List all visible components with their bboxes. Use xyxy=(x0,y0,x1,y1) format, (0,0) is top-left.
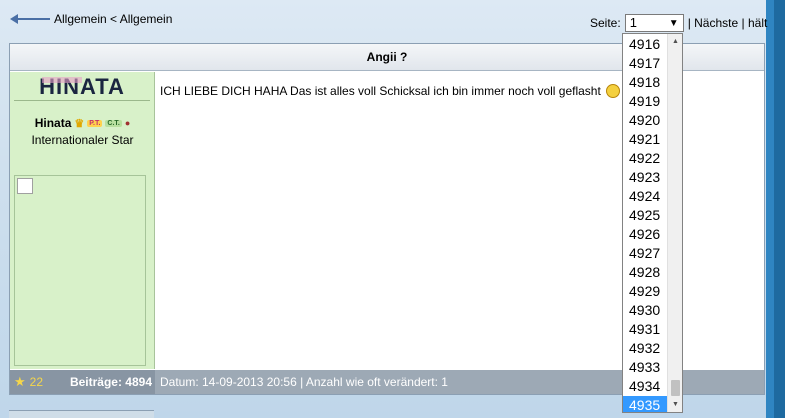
post-message: ICH LIEBE DICH HAHA Das ist alles voll S… xyxy=(160,84,601,98)
page-label: Seite: xyxy=(590,16,621,30)
smiley-icon xyxy=(606,84,621,98)
user-panel: HINATA Hinata ♛ P.T. C.T. ● Internationa… xyxy=(10,72,155,369)
dropdown-option[interactable]: 4917 xyxy=(623,54,667,73)
dropdown-option[interactable]: 4935 xyxy=(623,396,667,412)
badge-pt: P.T. xyxy=(87,119,103,127)
dropdown-option[interactable]: 4929 xyxy=(623,282,667,301)
user-stats: ★ 22 Beiträge: 4894 xyxy=(10,370,155,394)
post-content: ICH LIEBE DICH HAHA Das ist alles voll S… xyxy=(160,84,621,98)
avatar xyxy=(14,175,146,366)
scroll-up-icon[interactable]: ▲ xyxy=(668,34,682,49)
dropdown-option[interactable]: 4921 xyxy=(623,130,667,149)
dropdown-option[interactable]: 4926 xyxy=(623,225,667,244)
arrow-left-icon xyxy=(10,14,50,24)
scroll-thumb[interactable] xyxy=(671,380,680,396)
username-row: Hinata ♛ P.T. C.T. ● xyxy=(10,116,155,130)
dropdown-option[interactable]: 4927 xyxy=(623,244,667,263)
user-banner: HINATA xyxy=(14,74,150,101)
dropdown-option[interactable]: 4920 xyxy=(623,111,667,130)
user-rank: Internationaler Star xyxy=(31,133,134,147)
pager: Seite: 1 ▼ | Nächste | hält xyxy=(590,14,767,32)
dropdown-arrow-icon: ▼ xyxy=(668,18,679,29)
dropdown-option[interactable]: 4930 xyxy=(623,301,667,320)
next-page-link[interactable]: Nächste xyxy=(694,16,738,30)
dropdown-option[interactable]: 4916 xyxy=(623,35,667,54)
crown-icon: ♛ xyxy=(74,117,85,130)
star-count: 22 xyxy=(29,375,44,389)
dropdown-option[interactable]: 4928 xyxy=(623,263,667,282)
dropdown-option[interactable]: 4924 xyxy=(623,187,667,206)
breadcrumb[interactable]: Allgemein < Allgemein xyxy=(54,12,172,26)
page-dropdown-list[interactable]: 4916 4917 4918 4919 4920 4921 4922 4923 4924 4925… xyxy=(622,33,683,413)
status-dot-icon: ● xyxy=(124,118,131,128)
dropdown-scrollbar[interactable]: ▲ ▼ xyxy=(667,34,682,412)
username[interactable]: Hinata xyxy=(35,116,72,130)
dropdown-option[interactable]: 4923 xyxy=(623,168,667,187)
post-date: Datum: 14-09-2013 20:56 | Anzahl wie oft… xyxy=(160,375,448,389)
halt-link[interactable]: hält xyxy=(748,16,767,30)
badge-ct: C.T. xyxy=(105,119,122,127)
dropdown-option[interactable]: 4925 xyxy=(623,206,667,225)
window-edge-strip xyxy=(766,0,774,418)
window-edge xyxy=(766,0,785,418)
dropdown-option[interactable]: 4932 xyxy=(623,339,667,358)
pager-links: | Nächste | hält xyxy=(687,16,768,30)
page-select-value: 1 xyxy=(629,15,637,30)
dropdown-option[interactable]: 4918 xyxy=(623,73,667,92)
dropdown-option[interactable]: 4933 xyxy=(623,358,667,377)
dropdown-option[interactable]: 4931 xyxy=(623,320,667,339)
broken-image-icon xyxy=(17,178,33,194)
page-select[interactable]: 1 ▼ xyxy=(624,14,684,32)
back-link[interactable]: Allgemein < Allgemein xyxy=(10,11,172,27)
next-post-edge xyxy=(9,410,154,418)
star-icon: ★ xyxy=(14,374,26,389)
dropdown-option[interactable]: 4919 xyxy=(623,92,667,111)
scroll-down-icon[interactable]: ▼ xyxy=(668,397,682,412)
dropdown-option[interactable]: 4922 xyxy=(623,149,667,168)
dropdown-option[interactable]: 4934 xyxy=(623,377,667,396)
post-count: Beiträge: 4894 xyxy=(69,375,152,389)
